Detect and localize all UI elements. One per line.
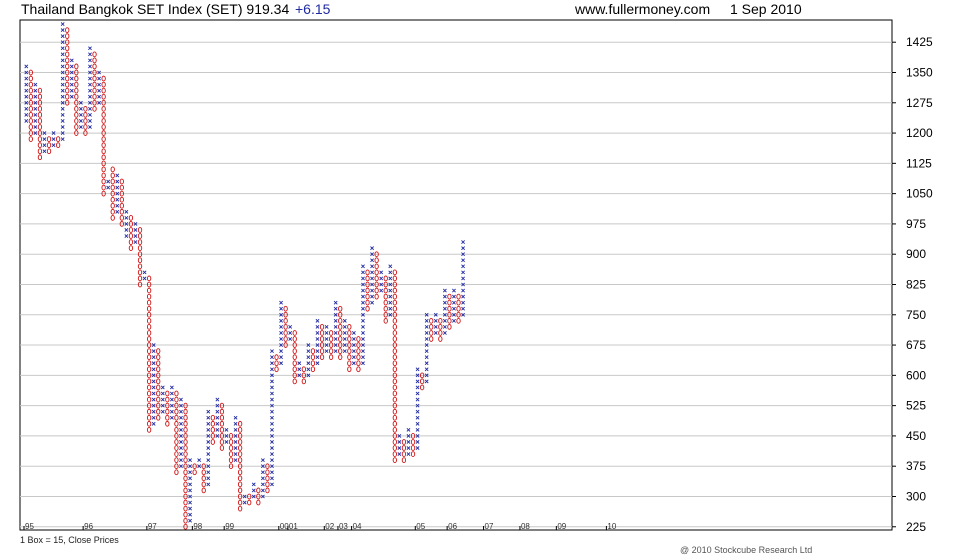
y-tick-label: 1350 xyxy=(906,65,933,79)
copyright-text: @ 2010 Stockcube Research Ltd xyxy=(680,545,813,555)
x-tick-label: 03 xyxy=(339,522,348,531)
x-tick-label: 04 xyxy=(353,522,362,531)
plot-frame xyxy=(19,19,893,531)
x-tick-label: 01 xyxy=(289,522,298,531)
y-tick-label: 1275 xyxy=(906,96,933,110)
x-tick-label: 98 xyxy=(193,522,202,531)
y-tick-label: 675 xyxy=(906,338,926,352)
y-tick-label: 600 xyxy=(906,368,926,382)
y-tick-label: 300 xyxy=(906,489,926,503)
pnf-chart: 225 300 375 450 525 600 675 750 825 900 975 1050 112… xyxy=(19,19,933,534)
y-tick-label: 1050 xyxy=(906,187,933,201)
x-tick-label: 96 xyxy=(84,522,93,531)
x-tick-label: 05 xyxy=(416,522,425,531)
y-tick-label: 900 xyxy=(906,247,926,261)
y-tick-label: 1425 xyxy=(906,35,933,49)
x-tick-label: 07 xyxy=(485,522,494,531)
y-tick-label: 375 xyxy=(906,459,926,473)
x-tick-label: 95 xyxy=(25,522,34,531)
x-tick-label: 97 xyxy=(148,522,157,531)
x-tick-label: 09 xyxy=(557,522,566,531)
y-tick-label: 225 xyxy=(906,520,926,534)
x-tick-label: 02 xyxy=(325,522,334,531)
y-tick-label: 450 xyxy=(906,429,926,443)
y-tick-label: 825 xyxy=(906,277,926,291)
y-tick-label: 1200 xyxy=(906,126,933,140)
x-tick-label: 06 xyxy=(448,522,457,531)
x-tick-label: 99 xyxy=(225,522,234,531)
box-size-note: 1 Box = 15, Close Prices xyxy=(20,535,119,545)
y-tick-label: 750 xyxy=(906,308,926,322)
grid-layer xyxy=(19,19,893,531)
y-tick-label: 525 xyxy=(906,399,926,413)
x-tick-label: 08 xyxy=(521,522,530,531)
y-tick-label: 975 xyxy=(906,217,926,231)
y-tick-label: 1125 xyxy=(906,156,932,170)
x-tick-label: 10 xyxy=(607,522,616,531)
